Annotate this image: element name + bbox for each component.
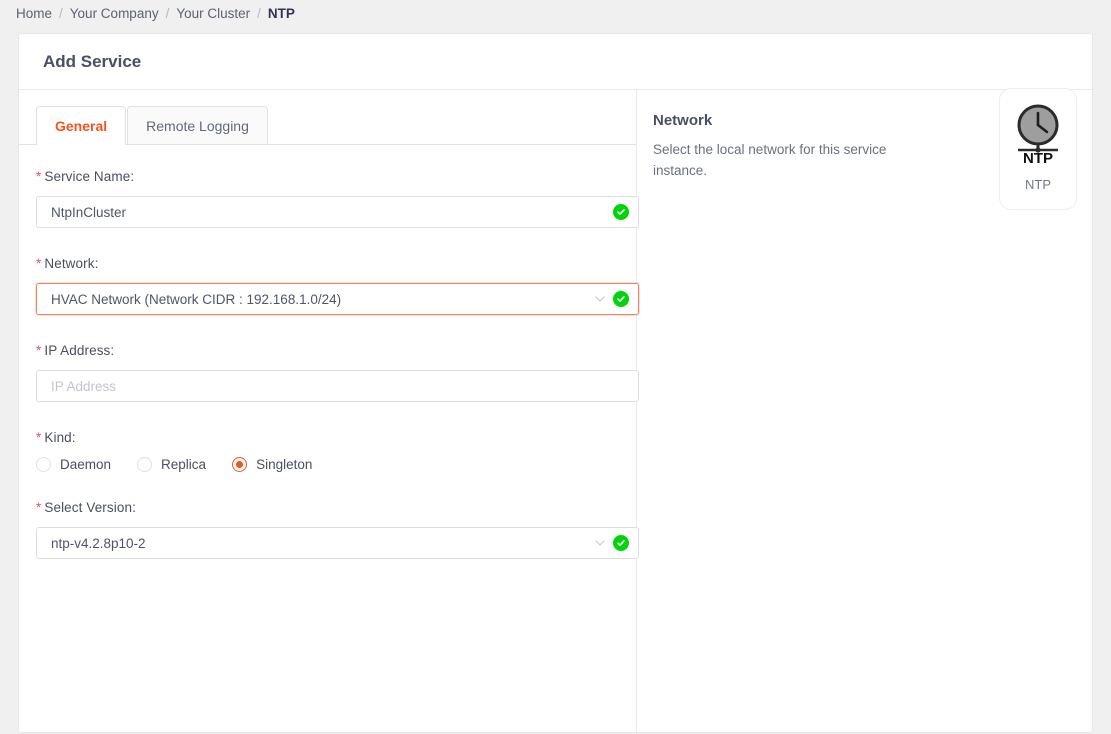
select-version-select[interactable]: ntp-v4.2.8p10-2 bbox=[36, 527, 639, 559]
tab-general[interactable]: General bbox=[36, 106, 127, 145]
label-colon: : bbox=[94, 256, 99, 271]
service-logo-card: NTP NTP bbox=[999, 88, 1077, 210]
breadcrumb-separator: / bbox=[59, 5, 63, 21]
info-panel: Network Select the local network for thi… bbox=[637, 88, 1092, 734]
label-colon: : bbox=[71, 430, 76, 445]
radio-label-singleton: Singleton bbox=[256, 457, 313, 472]
field-service-name: * Service Name: bbox=[36, 169, 639, 228]
network-control: HVAC Network (Network CIDR : 192.168.1.0… bbox=[36, 283, 639, 315]
service-name-input[interactable] bbox=[36, 196, 639, 228]
breadcrumb-item-your-cluster[interactable]: Your Cluster bbox=[176, 6, 250, 21]
field-kind: * Kind: Daemon Replica Singleton bbox=[36, 430, 619, 472]
field-ip-address: * IP Address: bbox=[36, 343, 639, 402]
radio-circle-icon bbox=[36, 457, 51, 472]
card-header: Add Service bbox=[19, 34, 1092, 90]
radio-option-singleton[interactable]: Singleton bbox=[232, 457, 312, 472]
valid-check-icon bbox=[613, 535, 629, 551]
ip-address-control bbox=[36, 370, 639, 402]
breadcrumb-item-ntp: NTP bbox=[267, 5, 295, 21]
kind-label: * Kind: bbox=[36, 430, 619, 445]
service-logo-caption: NTP bbox=[1025, 177, 1051, 192]
field-select-version: * Select Version: ntp-v4.2.8p10-2 bbox=[36, 500, 639, 559]
required-asterisk: * bbox=[36, 430, 42, 445]
breadcrumb-item-home[interactable]: Home bbox=[16, 6, 52, 21]
breadcrumb: Home / Your Company / Your Cluster / NTP bbox=[0, 0, 1111, 26]
kind-label-text: Kind bbox=[44, 430, 72, 445]
tab-bar: General Remote Logging bbox=[19, 106, 636, 145]
service-name-control bbox=[36, 196, 639, 228]
tab-general-label: General bbox=[55, 117, 108, 134]
network-select[interactable]: HVAC Network (Network CIDR : 192.168.1.0… bbox=[36, 283, 639, 315]
ip-address-label: * IP Address: bbox=[36, 343, 619, 358]
field-network: * Network: HVAC Network (Network CIDR : 1… bbox=[36, 256, 639, 315]
tab-remote-logging-label: Remote Logging bbox=[146, 117, 249, 134]
radio-label-daemon: Daemon bbox=[60, 457, 112, 472]
required-asterisk: * bbox=[36, 343, 42, 358]
label-colon: : bbox=[130, 169, 135, 184]
valid-check-icon bbox=[613, 291, 629, 307]
radio-circle-selected-icon bbox=[232, 457, 248, 472]
radio-label-replica: Replica bbox=[161, 457, 207, 472]
select-version-label: * Select Version: bbox=[36, 500, 619, 515]
radio-option-daemon[interactable]: Daemon bbox=[36, 457, 111, 472]
radio-circle-icon bbox=[137, 457, 153, 472]
required-asterisk: * bbox=[36, 256, 42, 271]
form-fields: *Service Name: *Network: HVA bbox=[19, 145, 639, 559]
network-label-text: Network bbox=[44, 256, 95, 271]
breadcrumb-separator: / bbox=[165, 5, 170, 21]
required-asterisk: * bbox=[36, 169, 42, 184]
breadcrumb-item-your-company[interactable]: Your Company bbox=[70, 6, 159, 21]
form-column: General Remote Logging * Service Name: N… bbox=[19, 90, 639, 734]
chevron-down-icon[interactable] bbox=[595, 538, 605, 548]
ntp-logo-text: NTP bbox=[1023, 150, 1053, 165]
page-title: Add Service bbox=[43, 51, 142, 71]
radio-option-replica[interactable]: Replica bbox=[137, 457, 206, 472]
kind-radio-group: Daemon Replica Singleton bbox=[36, 457, 619, 472]
ip-address-label-text: IP Address bbox=[44, 343, 111, 358]
info-panel-description: Select the local network for this servic… bbox=[653, 142, 887, 178]
network-label: * Network: bbox=[36, 256, 619, 271]
breadcrumb-separator: / bbox=[257, 5, 261, 21]
valid-check-icon bbox=[613, 204, 629, 220]
chevron-down-icon[interactable] bbox=[595, 294, 605, 304]
service-name-label: * Service Name: bbox=[36, 169, 619, 184]
ntp-clock-icon: NTP bbox=[1017, 104, 1059, 165]
card-body: General Remote Logging * Service Name: N… bbox=[19, 88, 1092, 734]
add-service-card: Add Service General Remote Logging * Serv… bbox=[18, 33, 1093, 734]
select-version-label-text: Select Version bbox=[44, 500, 133, 515]
ip-address-input[interactable] bbox=[36, 370, 639, 402]
tab-remote-logging[interactable]: Remote Logging bbox=[127, 106, 268, 144]
required-asterisk: * bbox=[36, 500, 42, 515]
select-version-control: ntp-v4.2.8p10-2 bbox=[36, 527, 639, 559]
label-colon: : bbox=[132, 500, 136, 515]
service-name-label-text: Service Name bbox=[44, 169, 131, 184]
label-colon: : bbox=[110, 343, 115, 358]
